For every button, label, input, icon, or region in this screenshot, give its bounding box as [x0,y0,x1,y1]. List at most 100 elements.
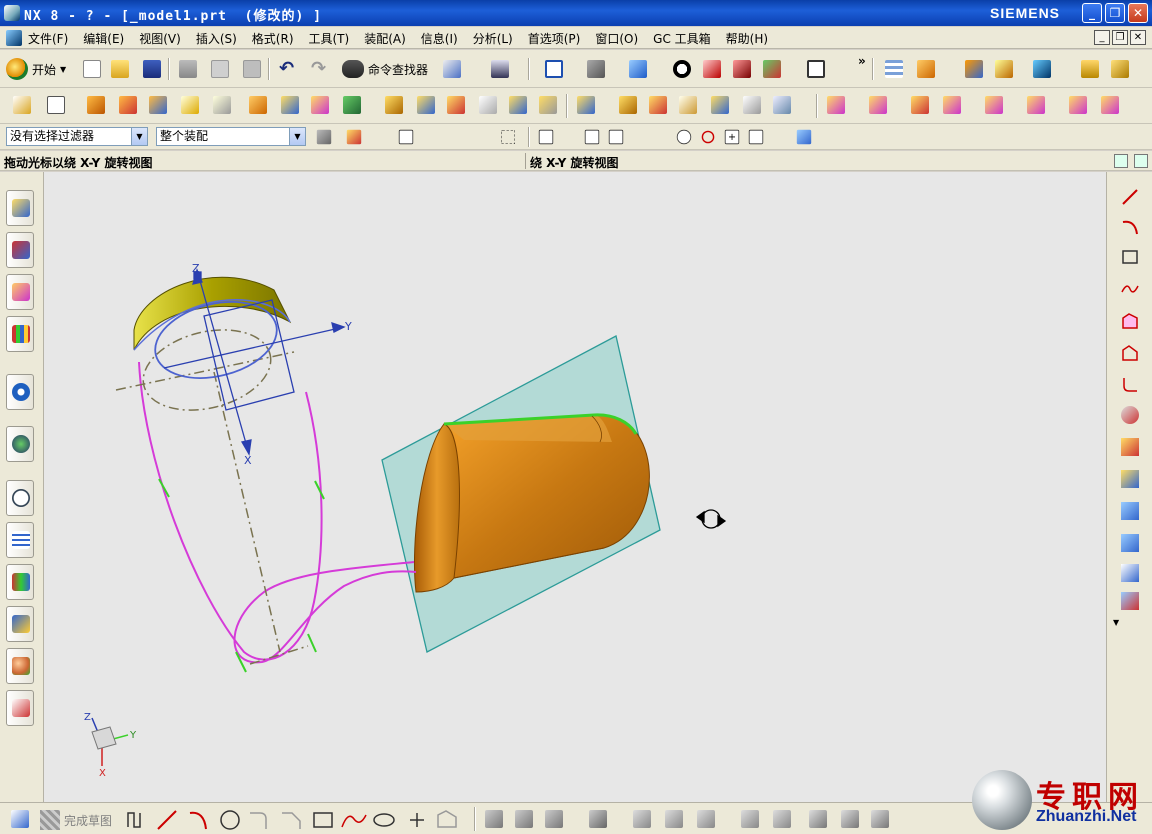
pattern-curve-button[interactable] [1117,466,1143,492]
sketch-settings-button[interactable] [838,807,864,833]
fit-view-button[interactable] [542,57,566,81]
select-face-button[interactable] [394,125,418,149]
menu-insert[interactable]: 插入(S) [196,30,237,47]
palette-scroll-down[interactable]: ▼ [1113,618,1119,627]
sweep-button[interactable] [646,93,670,117]
shell-button[interactable] [476,93,500,117]
snap-arc-center-button[interactable] [672,125,696,149]
new-file-button[interactable] [80,57,104,81]
unite-button[interactable] [340,93,364,117]
profile-tool-button[interactable] [1117,340,1143,366]
command-finder-button[interactable]: 命令查找器 [342,58,428,80]
rectangle-select-button[interactable] [496,125,520,149]
studio-spline-button[interactable] [1117,276,1143,302]
open-button[interactable] [108,57,132,81]
offset-curve-button[interactable] [1117,402,1143,428]
quick-trim-button[interactable] [482,807,508,833]
layer-settings-button[interactable] [882,57,906,81]
make-coplanar-button[interactable] [1066,93,1090,117]
chamfer-icon[interactable] [282,812,301,829]
full-screen-icon[interactable] [1134,154,1148,168]
graphics-window[interactable]: Z Y X Z Y X [44,172,1106,802]
pattern-button[interactable] [308,93,332,117]
background-button[interactable] [670,57,694,81]
pocket-button[interactable] [210,93,234,117]
menu-help[interactable]: 帮助(H) [726,30,768,47]
rectangle-tool-button[interactable] [1117,244,1143,270]
quick-extend-button[interactable] [512,807,538,833]
sketch-curve-tools[interactable] [126,807,466,833]
measure-button[interactable] [992,57,1016,81]
snap-enable-button[interactable] [534,125,558,149]
type-filter-select[interactable]: 没有选择过滤器 ▼ [6,127,148,146]
menu-edit[interactable]: 编辑(E) [83,30,124,47]
offset-face-button[interactable] [574,93,598,117]
rectangle-icon[interactable] [313,812,333,828]
system-materials-tab[interactable] [6,522,34,558]
extract-curve-button[interactable] [1117,588,1143,614]
move-object-button[interactable] [962,57,986,81]
part-navigator-tab[interactable] [6,274,34,310]
auto-constrain-button[interactable] [694,807,720,833]
constraints-button[interactable] [586,807,612,833]
sketch-task-button[interactable] [8,807,34,833]
geometric-constraints-button[interactable] [662,807,688,833]
project-curve-button[interactable] [1117,498,1143,524]
general-select-button[interactable] [342,125,366,149]
through-curves-button[interactable] [676,93,700,117]
bounded-plane-button[interactable] [740,93,764,117]
circle-icon[interactable] [220,810,240,830]
toolbar-more-chevron[interactable]: » [858,54,866,68]
menu-view[interactable]: 视图(V) [139,30,181,47]
menu-preferences[interactable]: 首选项(P) [528,30,581,47]
chamfer-button[interactable] [444,93,468,117]
edit-section-button[interactable] [730,57,754,81]
reattach-button[interactable] [806,807,832,833]
fillet-icon[interactable] [250,812,267,829]
make-corner-button[interactable] [542,807,568,833]
trim-body-button[interactable] [536,93,560,117]
intersection-curve-button[interactable] [1117,530,1143,556]
information-button[interactable] [488,57,512,81]
menu-analysis[interactable]: 分析(L) [473,30,513,47]
revolve-button[interactable] [116,93,140,117]
replace-face-button[interactable] [940,93,964,117]
edge-blend-button[interactable] [414,93,438,117]
arc-icon[interactable] [189,811,207,830]
line-tool-button[interactable] [1117,184,1143,210]
roles-tab[interactable] [6,648,34,684]
view-frame-button[interactable] [804,57,828,81]
cylinder-ring[interactable] [133,276,292,390]
dimensions-button[interactable] [630,807,656,833]
derived-curve-button[interactable] [1117,560,1143,586]
offset-region-button[interactable] [1024,93,1048,117]
menu-file[interactable]: 文件(F) [28,30,68,47]
document-menu-icon[interactable] [6,30,22,46]
undo-button[interactable]: ↶ [276,57,300,81]
paste-button[interactable] [240,57,264,81]
sew-button[interactable] [770,93,794,117]
synchronous-move-button[interactable] [824,93,848,117]
finish-sketch-button[interactable]: 完成草图 [40,809,112,831]
minimize-button[interactable]: _ [1082,3,1102,23]
cross-section-button[interactable] [1098,93,1122,117]
fillet-tool-button[interactable] [1117,372,1143,398]
show-hide-button[interactable] [1030,57,1054,81]
close-button[interactable]: ✕ [1128,3,1148,23]
spline-icon[interactable] [341,814,367,828]
maximize-button[interactable]: ❐ [1105,3,1125,23]
ruler-button[interactable] [1078,57,1102,81]
selection-scope-select[interactable]: 整个装配 ▼ [156,127,306,146]
profile-icon[interactable] [127,812,141,828]
section-view-button[interactable] [700,57,724,81]
boss-button[interactable] [178,93,202,117]
line-icon[interactable] [157,810,177,830]
menu-gc-toolkit[interactable]: GC 工具箱 [653,30,711,47]
drafting-button[interactable] [1108,57,1132,81]
snap-point-on-curve-button[interactable] [744,125,768,149]
redo-button[interactable]: ↷ [308,57,332,81]
block-button[interactable] [382,93,406,117]
hd3d-tools-tab[interactable] [6,374,34,410]
menu-assemblies[interactable]: 装配(A) [364,30,406,47]
face-analysis-button[interactable] [760,57,784,81]
